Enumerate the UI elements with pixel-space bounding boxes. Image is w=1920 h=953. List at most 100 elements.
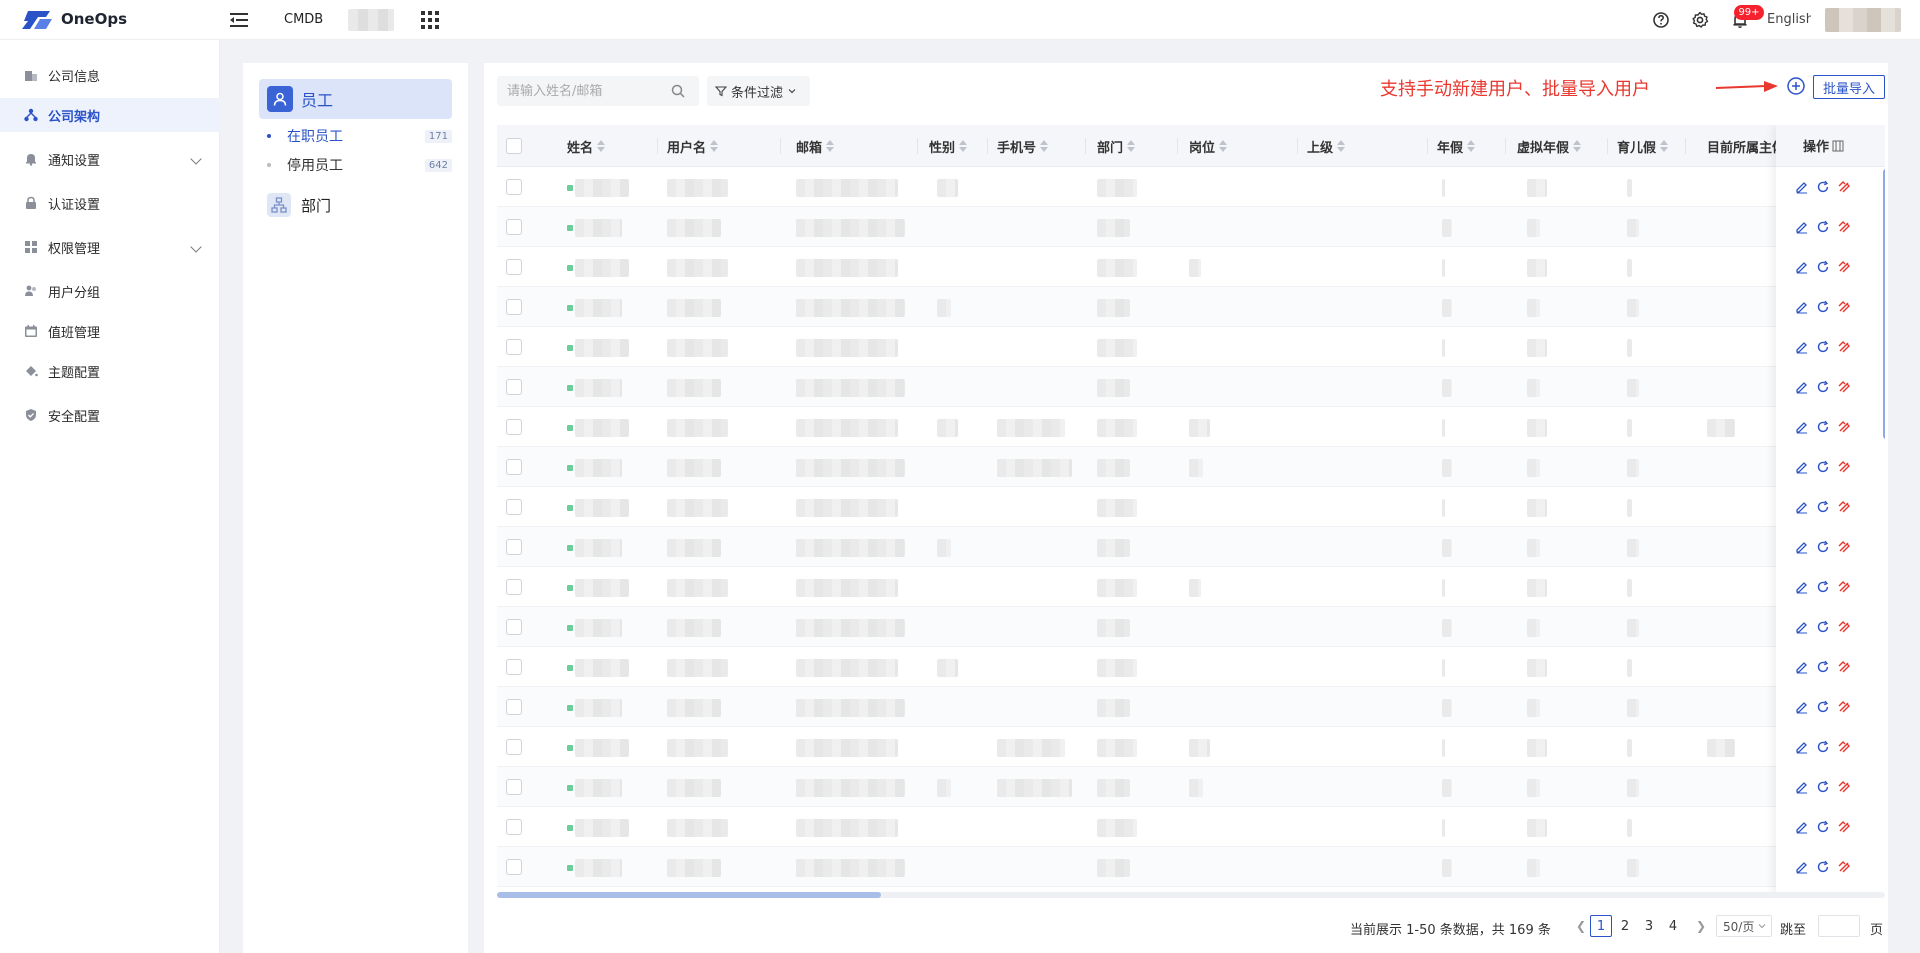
tree-node-disabled-employees[interactable]: 停用员工 642 [267,152,452,178]
horizontal-scrollbar[interactable] [497,892,881,898]
row-checkbox[interactable] [506,619,522,635]
table-row[interactable] [497,727,1885,767]
col-username[interactable]: 用户名 [667,125,719,167]
disable-user-icon[interactable] [1837,260,1851,274]
row-checkbox[interactable] [506,659,522,675]
col-annual-leave[interactable]: 年假 [1437,125,1476,167]
col-phone[interactable]: 手机号 [997,125,1049,167]
reset-password-icon[interactable] [1816,620,1830,634]
table-row[interactable] [497,567,1885,607]
disable-user-icon[interactable] [1837,820,1851,834]
col-gender[interactable]: 性别 [929,125,968,167]
language-switch[interactable]: English [1767,12,1811,27]
edit-icon[interactable] [1795,820,1809,834]
sidebar-item-duty-management[interactable]: 值班管理 [0,314,220,348]
table-row[interactable] [497,767,1885,807]
user-avatar[interactable] [1825,8,1901,32]
sidebar-item-theme-config[interactable]: 主题配置 [0,354,220,388]
settings-gear-icon[interactable] [1690,10,1710,30]
col-position[interactable]: 岗位 [1189,125,1228,167]
edit-icon[interactable] [1795,380,1809,394]
col-name[interactable]: 姓名 [567,125,606,167]
col-parental-leave[interactable]: 育儿假 [1617,125,1669,167]
reset-password-icon[interactable] [1816,700,1830,714]
col-email[interactable]: 邮箱 [796,125,835,167]
table-row[interactable] [497,647,1885,687]
edit-icon[interactable] [1795,740,1809,754]
row-checkbox[interactable] [506,379,522,395]
sort-icon[interactable] [597,140,606,152]
edit-icon[interactable] [1795,700,1809,714]
table-row[interactable] [497,287,1885,327]
disable-user-icon[interactable] [1837,460,1851,474]
row-checkbox[interactable] [506,419,522,435]
sidebar-item-auth-settings[interactable]: 认证设置 [0,186,220,220]
edit-icon[interactable] [1795,780,1809,794]
reset-password-icon[interactable] [1816,380,1830,394]
disable-user-icon[interactable] [1837,660,1851,674]
edit-icon[interactable] [1795,260,1809,274]
tree-node-departments[interactable]: 部门 [267,190,331,220]
table-row[interactable] [497,327,1885,367]
sort-icon[interactable] [1467,140,1476,152]
reset-password-icon[interactable] [1816,340,1830,354]
reset-password-icon[interactable] [1816,300,1830,314]
sidebar-item-permission-management[interactable]: 权限管理 [0,230,220,264]
apps-grid-icon[interactable] [421,11,439,29]
reset-password-icon[interactable] [1816,420,1830,434]
edit-icon[interactable] [1795,500,1809,514]
tree-node-employees[interactable]: 员工 [259,79,452,119]
vertical-scrollbar[interactable] [1883,169,1885,439]
disable-user-icon[interactable] [1837,340,1851,354]
sort-icon[interactable] [1573,140,1582,152]
reset-password-icon[interactable] [1816,860,1830,874]
table-row[interactable] [497,407,1885,447]
sidebar-item-security-config[interactable]: 安全配置 [0,398,220,432]
row-checkbox[interactable] [506,499,522,515]
table-row[interactable] [497,687,1885,727]
table-row[interactable] [497,207,1885,247]
table-row[interactable] [497,487,1885,527]
reset-password-icon[interactable] [1816,740,1830,754]
reset-password-icon[interactable] [1816,780,1830,794]
nav-cmdb[interactable]: CMDB [284,12,323,27]
nav-blurred-item[interactable] [348,9,394,31]
reset-password-icon[interactable] [1816,820,1830,834]
row-checkbox[interactable] [506,179,522,195]
reset-password-icon[interactable] [1816,660,1830,674]
jump-page-input[interactable] [1818,915,1860,937]
sidebar-item-user-groups[interactable]: 用户分组 [0,274,220,308]
sort-icon[interactable] [1040,140,1049,152]
tree-node-active-employees[interactable]: 在职员工 171 [267,123,452,149]
column-settings-icon[interactable] [1832,140,1844,152]
disable-user-icon[interactable] [1837,740,1851,754]
row-checkbox[interactable] [506,819,522,835]
reset-password-icon[interactable] [1816,580,1830,594]
disable-user-icon[interactable] [1837,300,1851,314]
edit-icon[interactable] [1795,460,1809,474]
page-2[interactable]: 2 [1614,915,1636,937]
disable-user-icon[interactable] [1837,220,1851,234]
disable-user-icon[interactable] [1837,620,1851,634]
sidebar-item-notification-settings[interactable]: 通知设置 [0,142,220,176]
disable-user-icon[interactable] [1837,180,1851,194]
table-row[interactable] [497,527,1885,567]
disable-user-icon[interactable] [1837,780,1851,794]
horizontal-scrollbar-track[interactable] [497,892,1885,898]
next-page-icon[interactable]: ❯ [1696,919,1706,933]
sort-icon[interactable] [1660,140,1669,152]
reset-password-icon[interactable] [1816,220,1830,234]
row-checkbox[interactable] [506,299,522,315]
sort-icon[interactable] [826,140,835,152]
select-all-checkbox[interactable] [506,138,522,154]
search-input[interactable] [497,76,699,106]
edit-icon[interactable] [1795,660,1809,674]
menu-collapse-icon[interactable] [228,11,250,29]
condition-filter-button[interactable]: 条件过滤 [707,76,810,106]
col-superior[interactable]: 上级 [1307,125,1346,167]
table-row[interactable] [497,447,1885,487]
search-icon[interactable] [670,83,686,99]
edit-icon[interactable] [1795,340,1809,354]
table-row[interactable] [497,607,1885,647]
edit-icon[interactable] [1795,860,1809,874]
